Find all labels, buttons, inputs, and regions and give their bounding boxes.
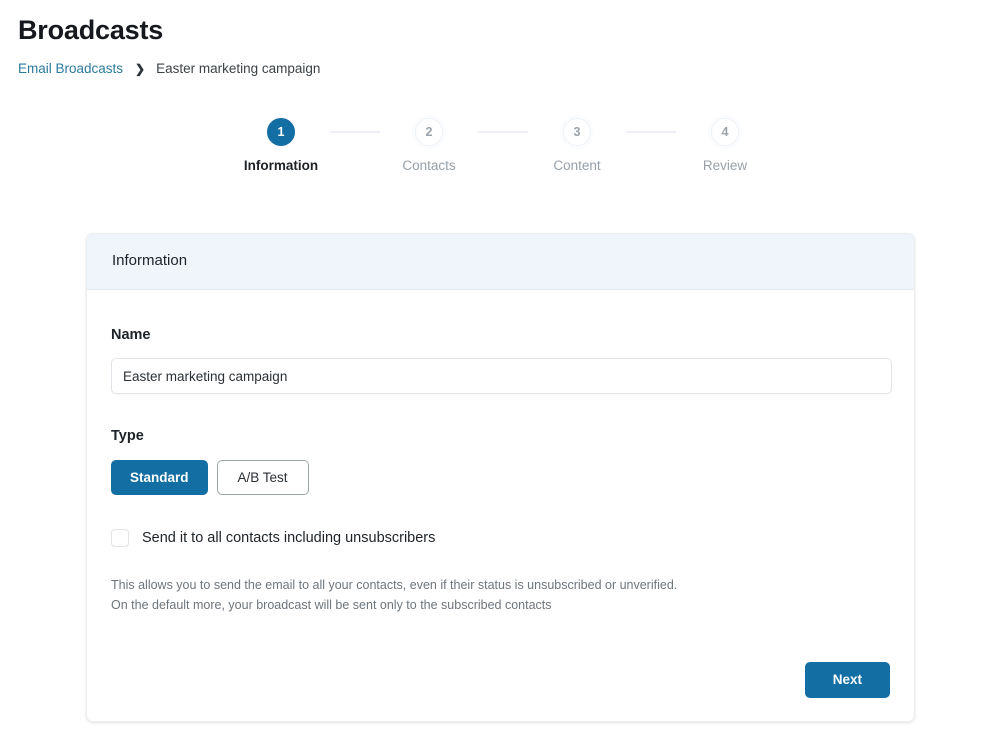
page-title: Broadcasts xyxy=(18,15,164,45)
step-contacts[interactable]: 2 Contacts xyxy=(380,118,478,175)
step-number-1: 1 xyxy=(267,118,295,146)
card-header: Information xyxy=(87,234,914,290)
type-option-ab-test[interactable]: A/B Test xyxy=(216,460,309,495)
breadcrumb: Email Broadcasts ❯ Easter marketing camp… xyxy=(18,60,1000,78)
step-content[interactable]: 3 Content xyxy=(528,118,626,175)
help-text-line-2: On the default more, your broadcast will… xyxy=(111,598,552,612)
page-header: Broadcasts Email Broadcasts ❯ Easter mar… xyxy=(0,0,1000,78)
step-review[interactable]: 4 Review xyxy=(676,118,774,175)
step-label-content: Content xyxy=(553,158,601,173)
step-information[interactable]: 1 Information xyxy=(232,118,330,175)
type-section: Type Standard A/B Test xyxy=(111,426,890,495)
step-number-4: 4 xyxy=(711,118,739,146)
type-toggle-group: Standard A/B Test xyxy=(111,460,890,495)
help-text-line-1: This allows you to send the email to all… xyxy=(111,578,678,592)
unsubscribers-checkbox[interactable] xyxy=(111,529,129,547)
name-input[interactable] xyxy=(111,358,892,394)
step-label-information: Information xyxy=(243,158,319,173)
next-button[interactable]: Next xyxy=(804,662,890,698)
help-text: This allows you to send the email to all… xyxy=(111,575,890,615)
unsubscribers-checkbox-label[interactable]: Send it to all contacts including unsubs… xyxy=(142,528,435,548)
step-connector-3 xyxy=(626,131,676,133)
breadcrumb-link-email-broadcasts[interactable]: Email Broadcasts xyxy=(18,60,123,78)
card-body: Name Type Standard A/B Test Send it to a… xyxy=(87,290,914,721)
chevron-right-icon: ❯ xyxy=(135,62,146,76)
step-number-2: 2 xyxy=(415,118,443,146)
type-option-standard[interactable]: Standard xyxy=(111,460,208,495)
card-footer: Next xyxy=(804,662,890,698)
breadcrumb-current: Easter marketing campaign xyxy=(156,61,321,76)
step-connector-1 xyxy=(330,131,380,133)
information-card: Information Name Type Standard A/B Test … xyxy=(86,233,915,722)
step-label-contacts: Contacts xyxy=(402,158,456,173)
step-label-review: Review xyxy=(702,158,748,173)
type-field-label: Type xyxy=(111,428,144,444)
step-connector-2 xyxy=(478,131,528,133)
unsubscribers-checkbox-row: Send it to all contacts including unsubs… xyxy=(111,528,890,548)
name-field-label: Name xyxy=(111,327,151,343)
step-number-3: 3 xyxy=(563,118,591,146)
wizard-stepper: 1 Information 2 Contacts 3 Content 4 Rev… xyxy=(0,118,1000,175)
card-header-title: Information xyxy=(112,252,188,269)
